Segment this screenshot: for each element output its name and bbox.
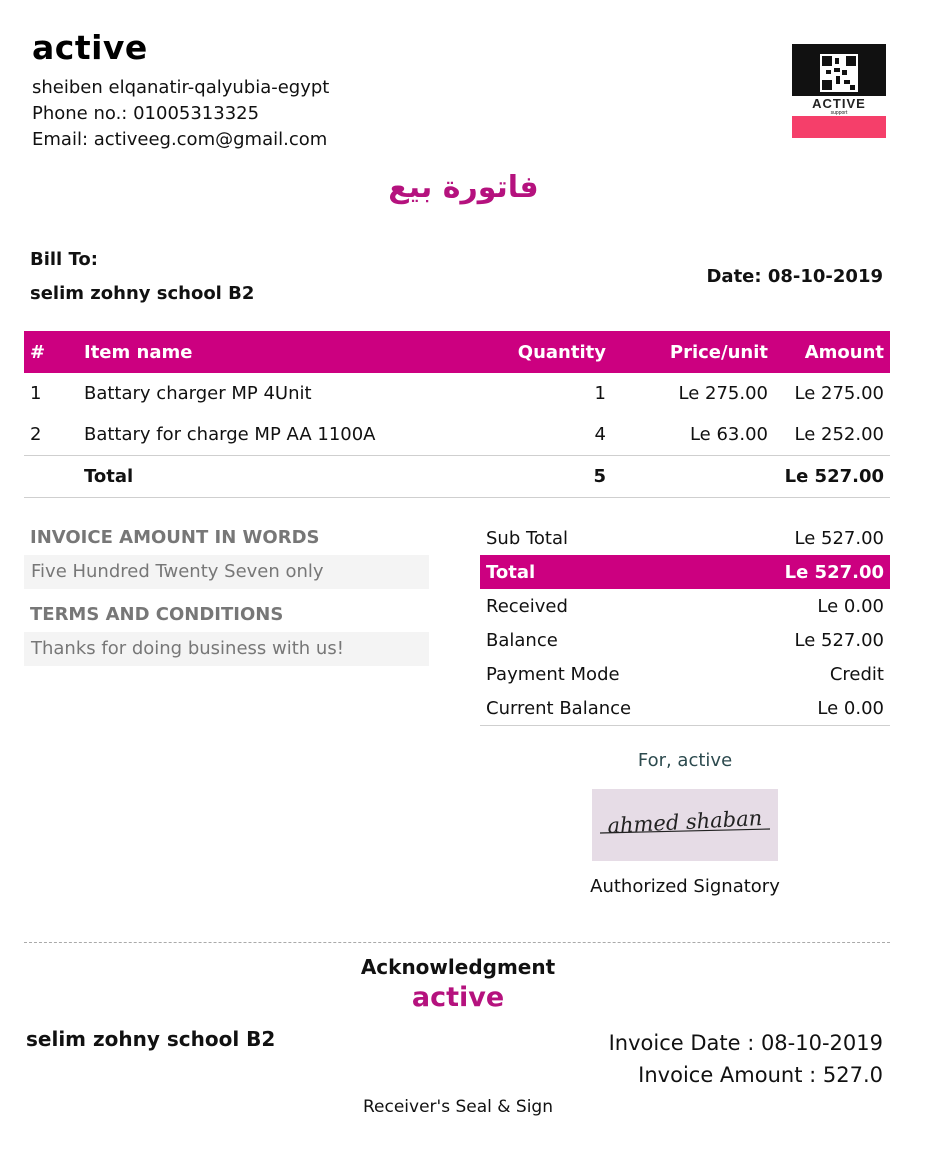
table-row: 2 Battary for charge MP AA 1100A 4 Le 63… bbox=[24, 414, 890, 456]
summary-label: Total bbox=[480, 555, 720, 589]
items-table-header: # Item name Quantity Price/unit Amount bbox=[24, 331, 890, 373]
qr-code-icon bbox=[820, 54, 858, 92]
summary-label: Current Balance bbox=[480, 691, 720, 726]
row-item-name: Battary for charge MP AA 1100A bbox=[84, 424, 376, 445]
logo-wordmark: ACTIVE support bbox=[792, 96, 886, 116]
items-total-row: Total 5 Le 527.00 bbox=[24, 455, 890, 498]
summary-label: Balance bbox=[486, 629, 558, 651]
summary-value: Le 0.00 bbox=[817, 595, 884, 617]
acknowledgment-invoice-amount: Invoice Amount : 527.0 bbox=[638, 1063, 883, 1087]
table-row: 1 Battary charger MP 4Unit 1 Le 275.00 L… bbox=[24, 373, 890, 414]
header-quantity: Quantity bbox=[450, 331, 612, 373]
invoice-title: فاتورة بيع bbox=[388, 170, 539, 205]
row-quantity: 1 bbox=[594, 383, 606, 404]
for-company-line: For, active bbox=[637, 750, 733, 771]
summary-label: Sub Total bbox=[486, 527, 569, 549]
row-quantity: 4 bbox=[594, 424, 606, 445]
dashed-divider bbox=[24, 942, 890, 943]
header-amount: Amount bbox=[774, 331, 890, 373]
company-phone: Phone no.: 01005313325 bbox=[32, 103, 260, 124]
summary-label: Payment Mode bbox=[486, 663, 620, 685]
acknowledgment-invoice-date: Invoice Date : 08-10-2019 bbox=[608, 1031, 883, 1055]
authorized-signatory-label: Authorized Signatory bbox=[590, 876, 780, 897]
header-item-name: Item name bbox=[78, 331, 450, 373]
signature-image: ahmed shaban bbox=[592, 789, 778, 861]
summary-value: Le 527.00 bbox=[719, 555, 890, 589]
invoice-date: Date: 08-10-2019 bbox=[706, 266, 883, 287]
amount-in-words-heading: INVOICE AMOUNT IN WORDS bbox=[30, 527, 320, 548]
acknowledgment-bill-name: selim zohny school B2 bbox=[26, 1027, 276, 1051]
company-address: sheiben elqanatir-qalyubia-egypt bbox=[32, 77, 330, 98]
receiver-seal-sign: Receiver's Seal & Sign bbox=[362, 1097, 553, 1117]
bill-to-name: selim zohny school B2 bbox=[30, 283, 255, 304]
total-amount: Le 527.00 bbox=[774, 455, 890, 498]
row-price: Le 275.00 bbox=[678, 383, 769, 404]
summary-row-current-balance: Current Balance Le 0.00 bbox=[480, 691, 890, 726]
row-price: Le 63.00 bbox=[689, 424, 768, 445]
header-number: # bbox=[24, 331, 78, 373]
terms-text: Thanks for doing business with us! bbox=[24, 632, 429, 666]
header-price-unit: Price/unit bbox=[612, 331, 774, 373]
row-item-name: Battary charger MP 4Unit bbox=[84, 383, 312, 404]
summary-value: Le 527.00 bbox=[794, 527, 885, 549]
summary-value: Le 527.00 bbox=[794, 629, 885, 651]
summary-row-received: Received Le 0.00 bbox=[480, 589, 890, 623]
items-table: # Item name Quantity Price/unit Amount 1… bbox=[24, 331, 890, 498]
handwritten-signature: ahmed shaban bbox=[607, 806, 763, 838]
row-amount: Le 252.00 bbox=[794, 424, 885, 445]
summary-value: Le 0.00 bbox=[719, 691, 890, 726]
amount-in-words-text: Five Hundred Twenty Seven only bbox=[24, 555, 429, 589]
bill-to-label: Bill To: bbox=[30, 249, 98, 270]
company-logo: ACTIVE support bbox=[792, 44, 886, 138]
summary-value: Credit bbox=[829, 663, 884, 685]
summary-row-balance: Balance Le 527.00 bbox=[480, 623, 890, 657]
row-number: 1 bbox=[30, 383, 42, 404]
total-label: Total bbox=[78, 455, 450, 498]
summary-row-subtotal: Sub Total Le 527.00 bbox=[480, 521, 890, 555]
total-quantity: 5 bbox=[450, 455, 612, 498]
row-number: 2 bbox=[30, 424, 42, 445]
row-amount: Le 275.00 bbox=[794, 383, 885, 404]
acknowledgment-title: Acknowledgment bbox=[360, 955, 556, 979]
company-email: Email: activeeg.com@gmail.com bbox=[32, 129, 328, 150]
acknowledgment-company: active bbox=[411, 982, 505, 1013]
summary-table: Sub Total Le 527.00 Total Le 527.00 Rece… bbox=[480, 521, 890, 726]
summary-row-total: Total Le 527.00 bbox=[480, 555, 890, 589]
terms-heading: TERMS AND CONDITIONS bbox=[30, 604, 284, 625]
summary-label: Received bbox=[486, 595, 568, 617]
company-name: active bbox=[32, 28, 148, 67]
summary-row-payment-mode: Payment Mode Credit bbox=[480, 657, 890, 691]
